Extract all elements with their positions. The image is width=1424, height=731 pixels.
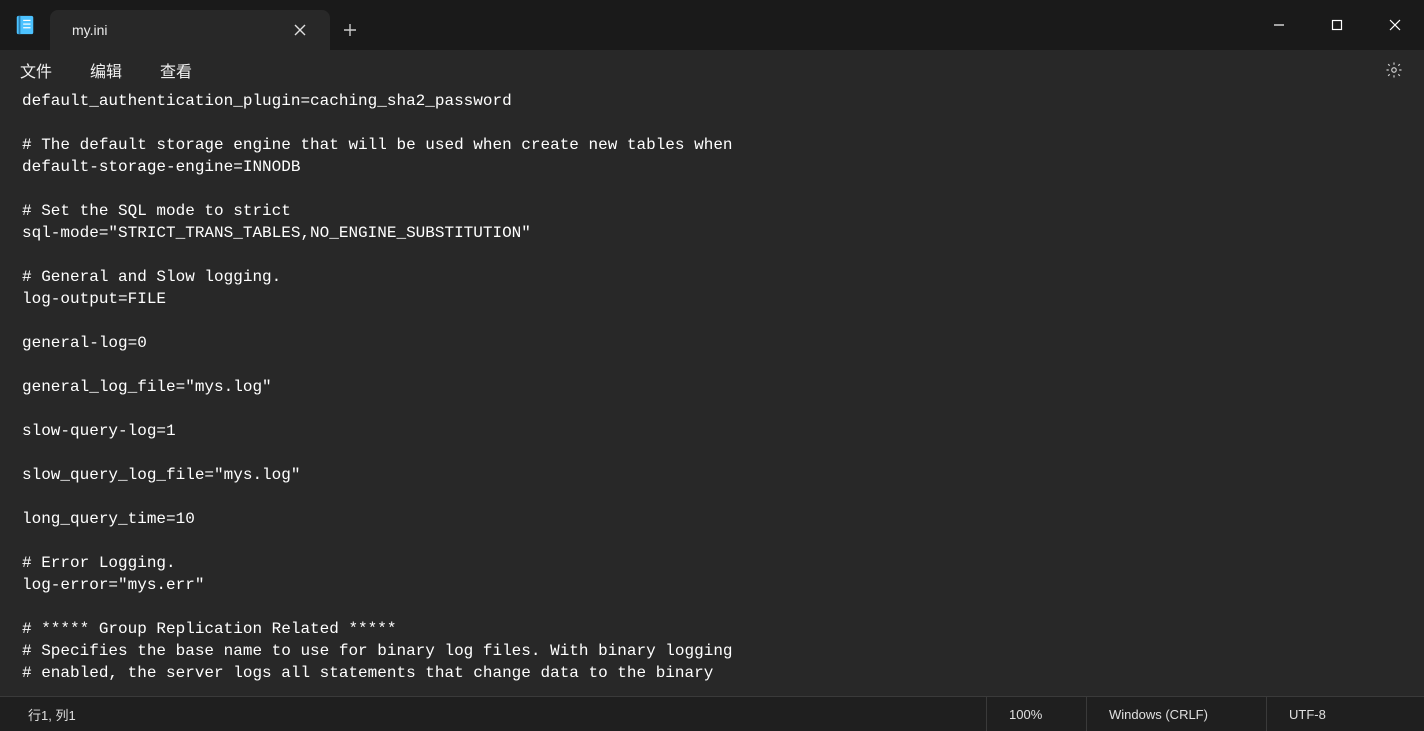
status-line-ending[interactable]: Windows (CRLF): [1086, 697, 1266, 731]
app-icon: [0, 0, 50, 50]
close-window-button[interactable]: [1366, 0, 1424, 50]
status-cursor-position[interactable]: 行1, 列1: [8, 705, 76, 724]
close-tab-button[interactable]: [286, 16, 314, 44]
menu-view[interactable]: 查看: [154, 54, 198, 86]
editor-area[interactable]: default_authentication_plugin=caching_sh…: [0, 90, 1424, 696]
minimize-button[interactable]: [1250, 0, 1308, 50]
status-zoom[interactable]: 100%: [986, 697, 1086, 731]
maximize-button[interactable]: [1308, 0, 1366, 50]
title-drag-area[interactable]: [370, 0, 1250, 50]
new-tab-button[interactable]: [330, 10, 370, 50]
settings-button[interactable]: [1378, 54, 1410, 86]
status-encoding[interactable]: UTF-8: [1266, 697, 1416, 731]
menu-file[interactable]: 文件: [14, 54, 58, 86]
tab-title: my.ini: [72, 22, 286, 38]
menu-bar: 文件 编辑 查看: [0, 50, 1424, 90]
editor-content[interactable]: default_authentication_plugin=caching_sh…: [22, 90, 1424, 684]
window-controls: [1250, 0, 1424, 50]
menu-edit[interactable]: 编辑: [84, 54, 128, 86]
title-bar: my.ini: [0, 0, 1424, 50]
tab-active[interactable]: my.ini: [50, 10, 330, 50]
status-bar: 行1, 列1 100% Windows (CRLF) UTF-8: [0, 696, 1424, 731]
